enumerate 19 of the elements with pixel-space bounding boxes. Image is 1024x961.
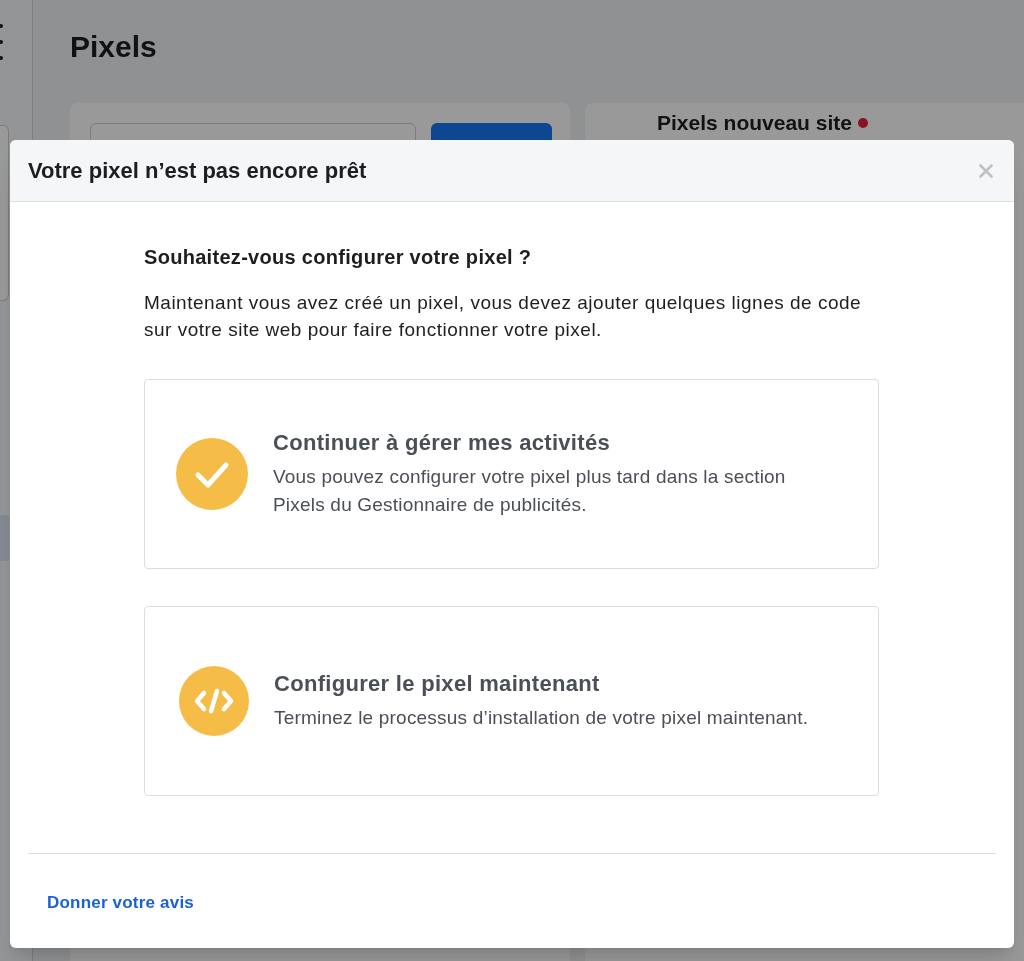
option-description: Terminez le processus d’installation de votre pixel maintenant. xyxy=(274,706,810,730)
dialog-title: Votre pixel n’est pas encore prêt xyxy=(28,157,367,185)
sidebar-highlight[interactable] xyxy=(0,515,9,561)
page-title: Pixels xyxy=(70,29,157,65)
option-description: Vous pouvez configurer votre pixel plus tard dans la section Pixels du Gestionnaire de publicités. xyxy=(273,465,787,517)
close-button[interactable] xyxy=(978,162,994,179)
option-card[interactable]: Configurer le pixel maintenant Terminez le processus d’installation de votre pixel maintenant. xyxy=(144,606,879,796)
more-options-icon[interactable] xyxy=(0,22,4,62)
option-title: Continuer à gérer mes activités xyxy=(273,429,610,457)
option-card[interactable]: Continuer à gérer mes activités Vous pouvez configurer votre pixel plus tard dans la section Pixels du Gestionnaire de publicités. xyxy=(144,379,879,569)
checkmark-icon xyxy=(176,438,248,510)
pixel-name: Pixels nouveau site xyxy=(657,111,852,135)
close-icon xyxy=(979,163,993,178)
dialog-intro: Maintenant vous avez créé un pixel, vous devez ajouter quelques lignes de code sur votre site web pour faire fonctionner votre pixel. xyxy=(144,291,862,342)
code-icon xyxy=(179,666,249,736)
feedback-link[interactable]: Donner votre avis xyxy=(47,893,194,912)
status-dot-icon xyxy=(857,118,868,128)
option-title: Configurer le pixel maintenant xyxy=(274,670,600,698)
dialog-heading: Souhaitez-vous configurer votre pixel ? xyxy=(144,245,532,269)
